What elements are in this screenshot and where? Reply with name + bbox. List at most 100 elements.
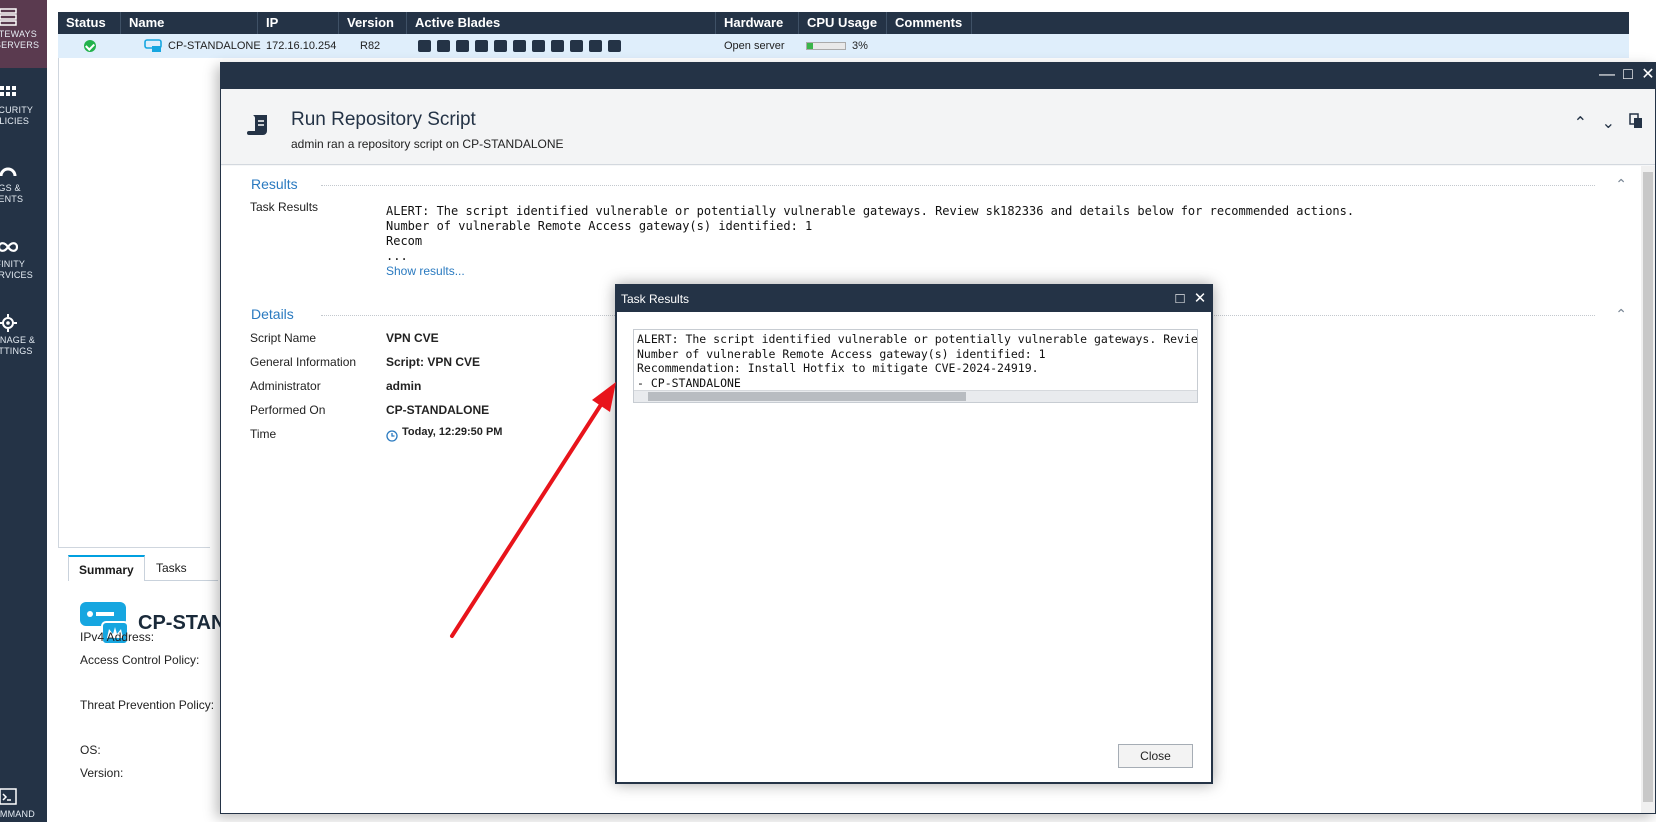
- collapse-details-icon[interactable]: ⌃: [1615, 306, 1627, 323]
- blade-icon: [418, 40, 431, 52]
- details-section-title: Details: [251, 306, 294, 322]
- nav-command[interactable]: COMMAND: [0, 788, 47, 822]
- blade-icon: [475, 40, 488, 52]
- policies-icon: [0, 86, 16, 96]
- chevron-up-icon[interactable]: ⌃: [1574, 113, 1587, 133]
- nav-logs-events[interactable]: LOGS & EVENTS: [0, 162, 47, 212]
- blade-icon: [570, 40, 583, 52]
- summary-label: Threat Prevention Policy:: [80, 698, 215, 712]
- close-icon[interactable]: ✕: [1193, 291, 1207, 306]
- maximize-icon[interactable]: □: [1621, 67, 1635, 83]
- status-ok-icon: [84, 40, 96, 52]
- column-header-comments[interactable]: Comments: [887, 12, 972, 34]
- detail-value: CP-STANDALONE: [386, 403, 490, 417]
- copy-icon[interactable]: [1629, 113, 1643, 129]
- gateway-hardware: Open server: [724, 40, 785, 52]
- gateway-version: R82: [360, 40, 381, 52]
- nav-gateways-servers[interactable]: GATEWAYS & SERVERS: [0, 0, 47, 68]
- blade-icon: [456, 40, 469, 52]
- column-header-hardware[interactable]: Hardware: [716, 12, 799, 34]
- detail-label: Administrator: [250, 379, 321, 393]
- cpu-usage-bar: [806, 42, 846, 50]
- nav-label: LOGS & EVENTS: [0, 183, 24, 204]
- nav-infinity-services[interactable]: INFINITY SERVICES: [0, 238, 47, 288]
- gateways-table: Status Name IP Version Active Blades Har…: [58, 12, 1629, 58]
- column-header-active-blades[interactable]: Active Blades: [407, 12, 716, 34]
- nav-label: GATEWAYS & SERVERS: [0, 29, 40, 50]
- maximize-icon[interactable]: □: [1173, 291, 1187, 306]
- left-navigation: GATEWAYS & SERVERS SECURITY POLICIES LOG…: [0, 0, 47, 822]
- modal-title: Task Results: [621, 292, 690, 306]
- detail-value: VPN CVE: [386, 331, 439, 345]
- blade-icon: [513, 40, 526, 52]
- column-header-status[interactable]: Status: [58, 12, 121, 34]
- infinity-icon: [0, 242, 18, 252]
- cpu-usage-fill: [807, 43, 813, 49]
- gateway-name: CP-STANDALONE: [168, 40, 261, 52]
- gear-icon: [0, 314, 17, 332]
- task-results-label: Task Results: [250, 200, 319, 214]
- detail-value: admin: [386, 379, 422, 393]
- close-icon[interactable]: ✕: [1641, 67, 1655, 83]
- summary-label: Access Control Policy:: [80, 653, 200, 667]
- nav-label: INFINITY SERVICES: [0, 259, 33, 280]
- blade-icon: [532, 40, 545, 52]
- summary-panel: Summary Tasks CP-STAN IPv4 Address: Acce…: [58, 555, 225, 822]
- page-title: Run Repository Script: [291, 109, 476, 130]
- blade-icon: [494, 40, 507, 52]
- blade-icon: [551, 40, 564, 52]
- task-results-full-text: ALERT: The script identified vulnerable …: [637, 332, 1198, 390]
- vertical-scrollbar[interactable]: [1641, 166, 1655, 813]
- modal-titlebar: Task Results □ ✕: [617, 286, 1211, 312]
- window-titlebar: — □ ✕: [221, 63, 1655, 89]
- blade-icon: [437, 40, 450, 52]
- detail-label: Script Name: [250, 331, 317, 345]
- gateway-ip: 172.16.10.254: [266, 40, 337, 52]
- column-header-version[interactable]: Version: [339, 12, 407, 34]
- nav-label: MANAGE & SETTINGS: [0, 335, 36, 356]
- column-header-name[interactable]: Name: [121, 12, 258, 34]
- task-results-modal: Task Results □ ✕ ALERT: The script ident…: [615, 284, 1213, 784]
- horizontal-scrollbar[interactable]: [634, 390, 1197, 402]
- table-header: Status Name IP Version Active Blades Har…: [58, 12, 1629, 34]
- show-results-link[interactable]: Show results...: [386, 264, 465, 278]
- clock-icon: [386, 430, 398, 442]
- column-header-cpu-usage[interactable]: CPU Usage: [799, 12, 887, 34]
- active-blades-icons: [418, 40, 621, 52]
- divider: [321, 185, 1595, 186]
- detail-value: Today, 12:29:50 PM: [402, 426, 503, 438]
- logs-icon: [0, 167, 17, 177]
- scrollbar-thumb[interactable]: [1643, 172, 1653, 802]
- table-row[interactable]: CP-STANDALONE 172.16.10.254 R82 Open ser…: [58, 34, 1629, 58]
- terminal-icon: [0, 788, 17, 805]
- scrollbar-thumb[interactable]: [648, 392, 966, 401]
- cpu-usage-value: 3%: [852, 40, 868, 52]
- gateway-list-panel: [58, 58, 210, 548]
- collapse-results-icon[interactable]: ⌃: [1615, 176, 1627, 193]
- column-header-ip[interactable]: IP: [258, 12, 339, 34]
- nav-security-policies[interactable]: SECURITY POLICIES: [0, 84, 47, 134]
- blade-icon: [608, 40, 621, 52]
- script-icon: [247, 115, 267, 135]
- dialog-header: Run Repository Script admin ran a reposi…: [221, 89, 1655, 165]
- summary-label: IPv4 Address:: [80, 630, 155, 644]
- results-section-title: Results: [251, 176, 298, 192]
- blade-icon: [589, 40, 602, 52]
- nav-label: SECURITY POLICIES: [0, 105, 34, 126]
- nav-manage-settings[interactable]: MANAGE & SETTINGS: [0, 314, 47, 364]
- minimize-icon[interactable]: —: [1599, 67, 1615, 83]
- chevron-down-icon[interactable]: ⌄: [1602, 113, 1615, 133]
- tab-tasks[interactable]: Tasks: [146, 555, 197, 581]
- summary-label: OS:: [80, 743, 101, 757]
- tab-summary[interactable]: Summary: [68, 555, 145, 581]
- summary-tabs: Summary Tasks: [68, 555, 218, 581]
- nav-label: COMMAND: [0, 809, 35, 819]
- detail-label: Performed On: [250, 403, 326, 417]
- close-button[interactable]: Close: [1118, 744, 1193, 768]
- task-results-textbox[interactable]: ALERT: The script identified vulnerable …: [633, 329, 1198, 403]
- detail-label: Time: [250, 427, 277, 441]
- gateway-icon: [144, 39, 162, 52]
- summary-label: Version:: [80, 766, 124, 780]
- page-subtitle: admin ran a repository script on CP-STAN…: [291, 137, 564, 151]
- detail-label: General Information: [250, 355, 357, 369]
